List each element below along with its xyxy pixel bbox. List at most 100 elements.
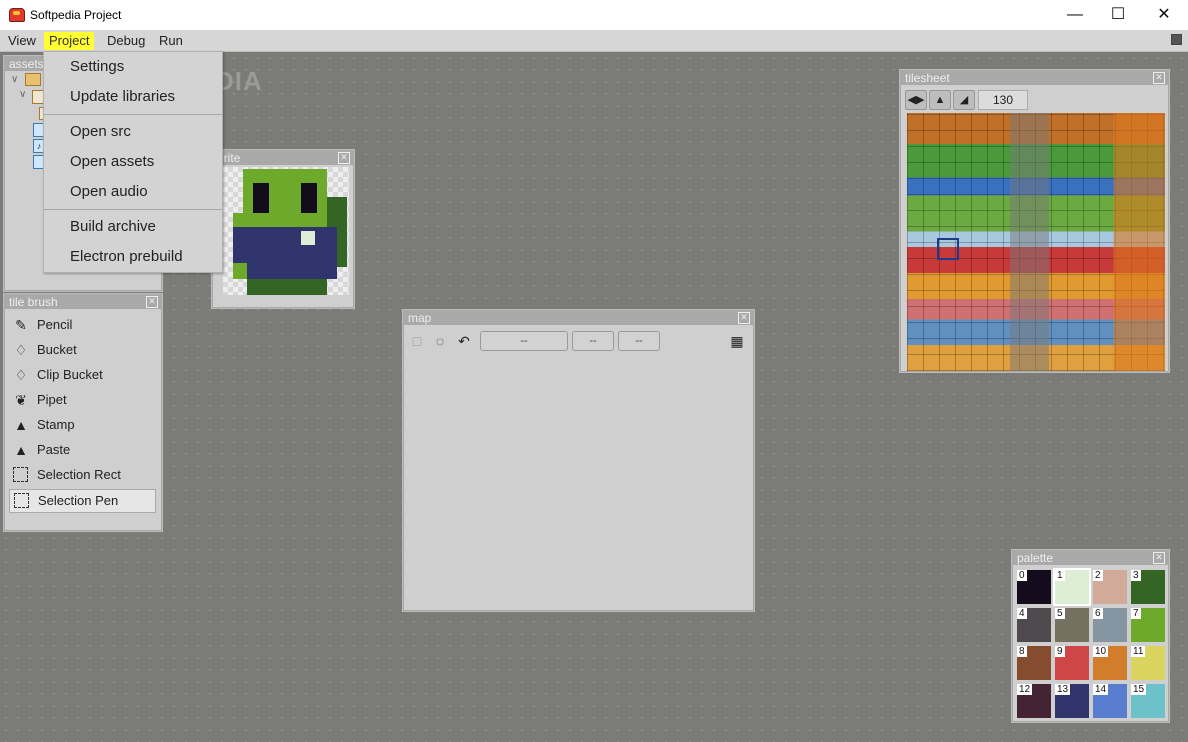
tool-clip-bucket[interactable]: ♢ Clip Bucket (9, 364, 154, 386)
assets-panel-title: assets (9, 57, 44, 71)
selection-icon[interactable]: ◌ (431, 332, 449, 350)
tile-brush-panel: tile brush ✕ ✎ Pencil ♢ Bucket ♢ Clip Bucket… (4, 294, 162, 531)
tile-index-field[interactable]: 130 (978, 90, 1028, 110)
palette-index-label: 5 (1055, 608, 1065, 619)
flip-horizontal-icon[interactable]: ◀▶ (905, 90, 927, 110)
tree-expander-icon[interactable]: ∨ (11, 74, 18, 85)
selection-rect-icon (13, 467, 28, 482)
sprite-eye (301, 183, 317, 213)
menu-item-open-src[interactable]: Open src (70, 123, 131, 140)
project-menu: Settings Update libraries Open src Open … (43, 51, 223, 273)
palette-index-label: 13 (1055, 684, 1071, 695)
palette-index-label: 7 (1131, 608, 1141, 619)
map-panel-header[interactable]: map ✕ (404, 311, 753, 325)
palette-index-label: 12 (1017, 684, 1033, 695)
tile-brush-title: tile brush (9, 295, 58, 309)
palette-swatch[interactable]: 9 (1055, 646, 1089, 680)
palette-swatch[interactable]: 3 (1131, 570, 1165, 604)
tool-pipet[interactable]: ❦ Pipet (9, 389, 154, 411)
palette-swatch[interactable]: 2 (1093, 570, 1127, 604)
close-icon[interactable]: ✕ (1153, 552, 1165, 564)
close-icon[interactable]: ✕ (146, 296, 158, 308)
tool-paste[interactable]: ▲ Paste (9, 439, 154, 461)
map-panel: map ✕ □ ◌ ↶ -- -- -- ▦ (403, 310, 754, 611)
palette-panel-header[interactable]: palette ✕ (1013, 551, 1168, 565)
palette-index-label: 9 (1055, 646, 1065, 657)
menu-item-open-assets[interactable]: Open assets (70, 153, 154, 170)
tilesheet-panel-header[interactable]: tilesheet ✕ (901, 71, 1168, 85)
menu-separator (44, 209, 222, 210)
sprite-eye (253, 183, 269, 213)
minimize-button[interactable]: — (1052, 0, 1098, 30)
menu-debug[interactable]: Debug (102, 32, 150, 50)
palette-swatch[interactable]: 12 (1017, 684, 1051, 718)
tilesheet-panel-title: tilesheet (905, 71, 950, 85)
menu-project[interactable]: Project (44, 32, 95, 50)
flip-vertical-icon[interactable]: ▲ (929, 90, 951, 110)
palette-swatch[interactable]: 1 (1053, 568, 1091, 606)
sprite-feet (247, 279, 327, 295)
close-icon[interactable]: ✕ (1153, 72, 1165, 84)
map-width-field[interactable]: -- (572, 331, 614, 351)
sprite-panel-header[interactable]: prite ✕ (213, 151, 353, 165)
menu-run[interactable]: Run (154, 32, 188, 50)
palette-swatch[interactable]: 4 (1017, 608, 1051, 642)
tile-brush-header[interactable]: tile brush ✕ (5, 295, 161, 309)
grid-settings-icon[interactable]: ▦ (728, 332, 746, 350)
palette-swatch[interactable]: 10 (1093, 646, 1127, 680)
maximize-button[interactable]: ☐ (1095, 0, 1141, 30)
save-icon[interactable]: □ (408, 332, 426, 350)
menu-item-open-audio[interactable]: Open audio (70, 183, 148, 200)
rotate-icon[interactable]: ◢ (953, 90, 975, 110)
menu-item-settings[interactable]: Settings (70, 58, 124, 75)
palette-swatch[interactable]: 6 (1093, 608, 1127, 642)
palette-swatch[interactable]: 5 (1055, 608, 1089, 642)
palette-panel-title: palette (1017, 551, 1054, 565)
palette-index-label: 4 (1017, 608, 1027, 619)
close-icon[interactable]: ✕ (738, 312, 750, 324)
tool-selection-rect[interactable]: Selection Rect (9, 464, 154, 486)
menubar-toggle-button[interactable] (1171, 34, 1182, 45)
palette-swatch[interactable]: 14 (1093, 684, 1127, 718)
palette-swatch[interactable]: 11 (1131, 646, 1165, 680)
menu-item-electron-prebuild[interactable]: Electron prebuild (70, 248, 183, 265)
sprite-tooth (301, 231, 315, 245)
map-height-field[interactable]: -- (618, 331, 660, 351)
menu-item-update-libraries[interactable]: Update libraries (70, 88, 175, 105)
paste-icon: ▲ (14, 442, 28, 458)
undo-icon[interactable]: ↶ (455, 332, 473, 350)
palette-swatch[interactable]: 0 (1017, 570, 1051, 604)
palette-index-label: 0 (1017, 570, 1027, 581)
map-name-field[interactable]: -- (480, 331, 568, 351)
sprite-panel: prite ✕ (212, 150, 354, 308)
menubar: View Project Debug Run (0, 30, 1188, 52)
close-icon[interactable]: ✕ (338, 152, 350, 164)
clip-bucket-icon: ♢ (14, 367, 28, 383)
sprite-hand (233, 263, 247, 279)
palette-index-label: 6 (1093, 608, 1103, 619)
palette-swatch[interactable]: 15 (1131, 684, 1165, 718)
sprite-canvas[interactable] (223, 167, 349, 295)
sprite-shirt (233, 227, 337, 279)
selection-pen-icon (14, 493, 29, 508)
palette-index-label: 1 (1055, 570, 1065, 581)
palette-swatch[interactable]: 13 (1055, 684, 1089, 718)
close-button[interactable]: ✕ (1141, 0, 1187, 30)
palette-swatch[interactable]: 8 (1017, 646, 1051, 680)
menu-item-build-archive[interactable]: Build archive (70, 218, 156, 235)
tool-stamp[interactable]: ▲ Stamp (9, 414, 154, 436)
stamp-icon: ▲ (14, 417, 28, 433)
palette-swatch[interactable]: 7 (1131, 608, 1165, 642)
tool-selection-pen[interactable]: Selection Pen (9, 489, 156, 513)
palette-panel: palette ✕ 0 1 2 3 4 5 6 7 8 9 10 11 12 13 14 15 (1012, 550, 1169, 722)
tool-bucket[interactable]: ♢ Bucket (9, 339, 154, 361)
menu-view[interactable]: View (3, 32, 41, 50)
window-title: Softpedia Project (30, 8, 122, 22)
tool-pencil[interactable]: ✎ Pencil (9, 314, 154, 336)
tilesheet-panel: tilesheet ✕ ◀▶ ▲ ◢ 130 (900, 70, 1169, 372)
folder-icon (25, 73, 41, 86)
window-titlebar: Softpedia Project — ☐ ✕ (0, 0, 1188, 30)
map-panel-title: map (408, 311, 432, 325)
tree-expander-icon[interactable]: ∨ (19, 89, 26, 100)
selected-tile-highlight (937, 238, 959, 260)
